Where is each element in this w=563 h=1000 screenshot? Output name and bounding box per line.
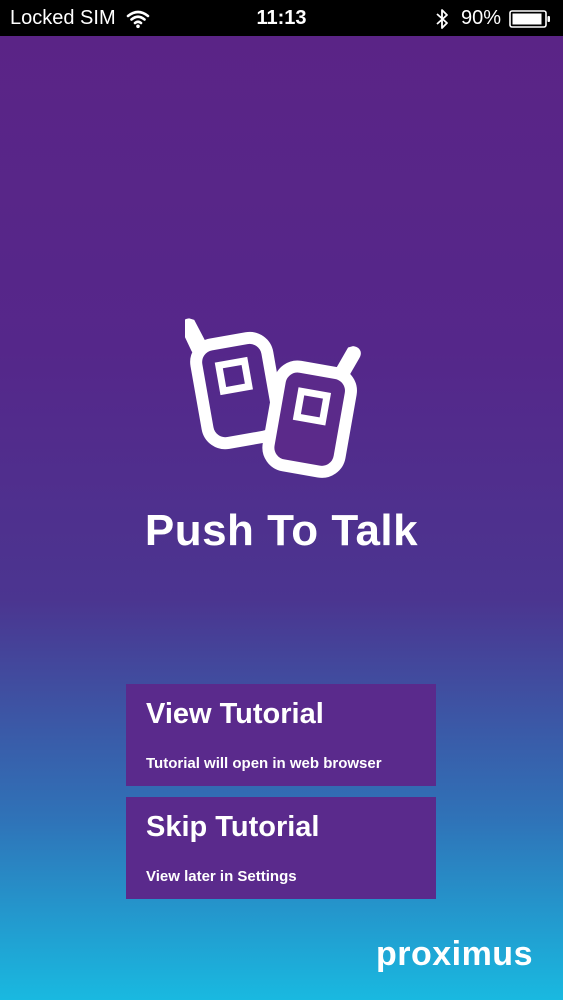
walkie-talkie-icon xyxy=(185,318,361,478)
bluetooth-icon xyxy=(436,8,448,29)
brand-logo: proximus xyxy=(375,935,533,973)
battery-icon xyxy=(509,9,550,28)
skip-tutorial-button[interactable]: Skip Tutorial View later in Settings xyxy=(126,797,436,899)
app-title: Push To Talk xyxy=(144,506,419,555)
status-bar: Locked SIM 11:13 90% xyxy=(0,0,563,36)
view-tutorial-subtitle: Tutorial will open in web browser xyxy=(146,755,382,772)
status-right: 90% xyxy=(435,7,551,30)
skip-tutorial-subtitle: View later in Settings xyxy=(146,868,297,885)
view-tutorial-title: View Tutorial xyxy=(146,698,324,730)
view-tutorial-button[interactable]: View Tutorial Tutorial will open in web … xyxy=(126,684,436,786)
skip-tutorial-title: Skip Tutorial xyxy=(146,811,320,843)
battery-percent: 90% xyxy=(460,7,501,29)
